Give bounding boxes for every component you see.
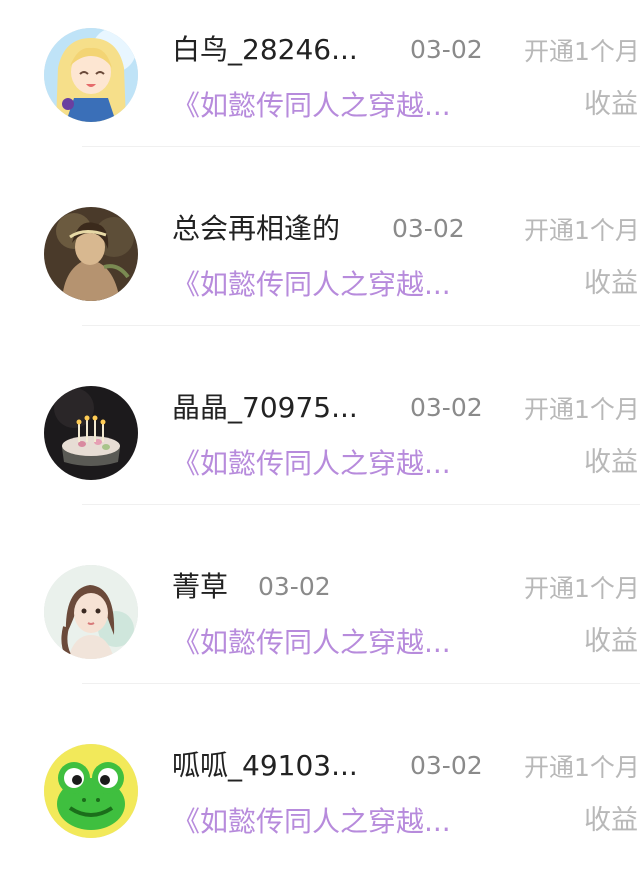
avatar[interactable]	[44, 28, 138, 122]
divider	[82, 146, 640, 147]
action-text: 开通1个月	[524, 37, 640, 66]
birthday-cake-avatar-image	[44, 386, 138, 480]
list-item[interactable]: 晶晶_70975... 03-02 《如懿传同人之穿越... 开通1个月 收益	[0, 358, 640, 538]
book-title[interactable]: 《如懿传同人之穿越...	[172, 444, 451, 484]
date-label: 03-02	[410, 751, 483, 780]
income-label: 收益	[584, 626, 638, 657]
divider	[82, 504, 640, 505]
user-name[interactable]: 菁草	[172, 567, 228, 607]
list-item[interactable]: 总会再相逢的 03-02 《如懿传同人之穿越... 开通1个月 收益	[0, 179, 640, 359]
avatar[interactable]	[44, 207, 138, 301]
date-label: 03-02	[258, 572, 331, 601]
income-label: 收益	[584, 89, 638, 120]
user-name[interactable]: 呱呱_49103...	[172, 746, 358, 786]
action-text: 开通1个月	[524, 574, 640, 603]
income-label: 收益	[584, 447, 638, 478]
date-label: 03-02	[410, 35, 483, 64]
user-name[interactable]: 晶晶_70975...	[172, 388, 358, 428]
book-title[interactable]: 《如懿传同人之穿越...	[172, 86, 451, 126]
frog-avatar-image	[44, 744, 138, 838]
book-title[interactable]: 《如懿传同人之穿越...	[172, 623, 451, 663]
anime-girl-avatar-image	[44, 28, 138, 122]
date-label: 03-02	[410, 393, 483, 422]
subscriber-list: 白鸟_28246... 03-02 《如懿传同人之穿越... 开通1个月 收益 …	[0, 0, 640, 855]
income-label: 收益	[584, 805, 638, 836]
list-item[interactable]: 呱呱_49103... 03-02 《如懿传同人之穿越... 开通1个月 收益	[0, 716, 640, 896]
divider	[82, 325, 640, 326]
avatar[interactable]	[44, 565, 138, 659]
action-text: 开通1个月	[524, 753, 640, 782]
avatar[interactable]	[44, 744, 138, 838]
book-title[interactable]: 《如懿传同人之穿越...	[172, 802, 451, 842]
date-label: 03-02	[392, 214, 465, 243]
avatar[interactable]	[44, 386, 138, 480]
list-item[interactable]: 菁草 03-02 《如懿传同人之穿越... 开通1个月 收益	[0, 537, 640, 717]
action-text: 开通1个月	[524, 395, 640, 424]
user-name[interactable]: 白鸟_28246...	[172, 30, 358, 70]
action-text: 开通1个月	[524, 216, 640, 245]
illustrated-girl-avatar-image	[44, 565, 138, 659]
book-title[interactable]: 《如懿传同人之穿越...	[172, 265, 451, 305]
list-item[interactable]: 白鸟_28246... 03-02 《如懿传同人之穿越... 开通1个月 收益	[0, 0, 640, 180]
income-label: 收益	[584, 268, 638, 299]
user-name[interactable]: 总会再相逢的	[172, 209, 340, 249]
divider	[82, 683, 640, 684]
portrait-avatar-image	[44, 207, 138, 301]
